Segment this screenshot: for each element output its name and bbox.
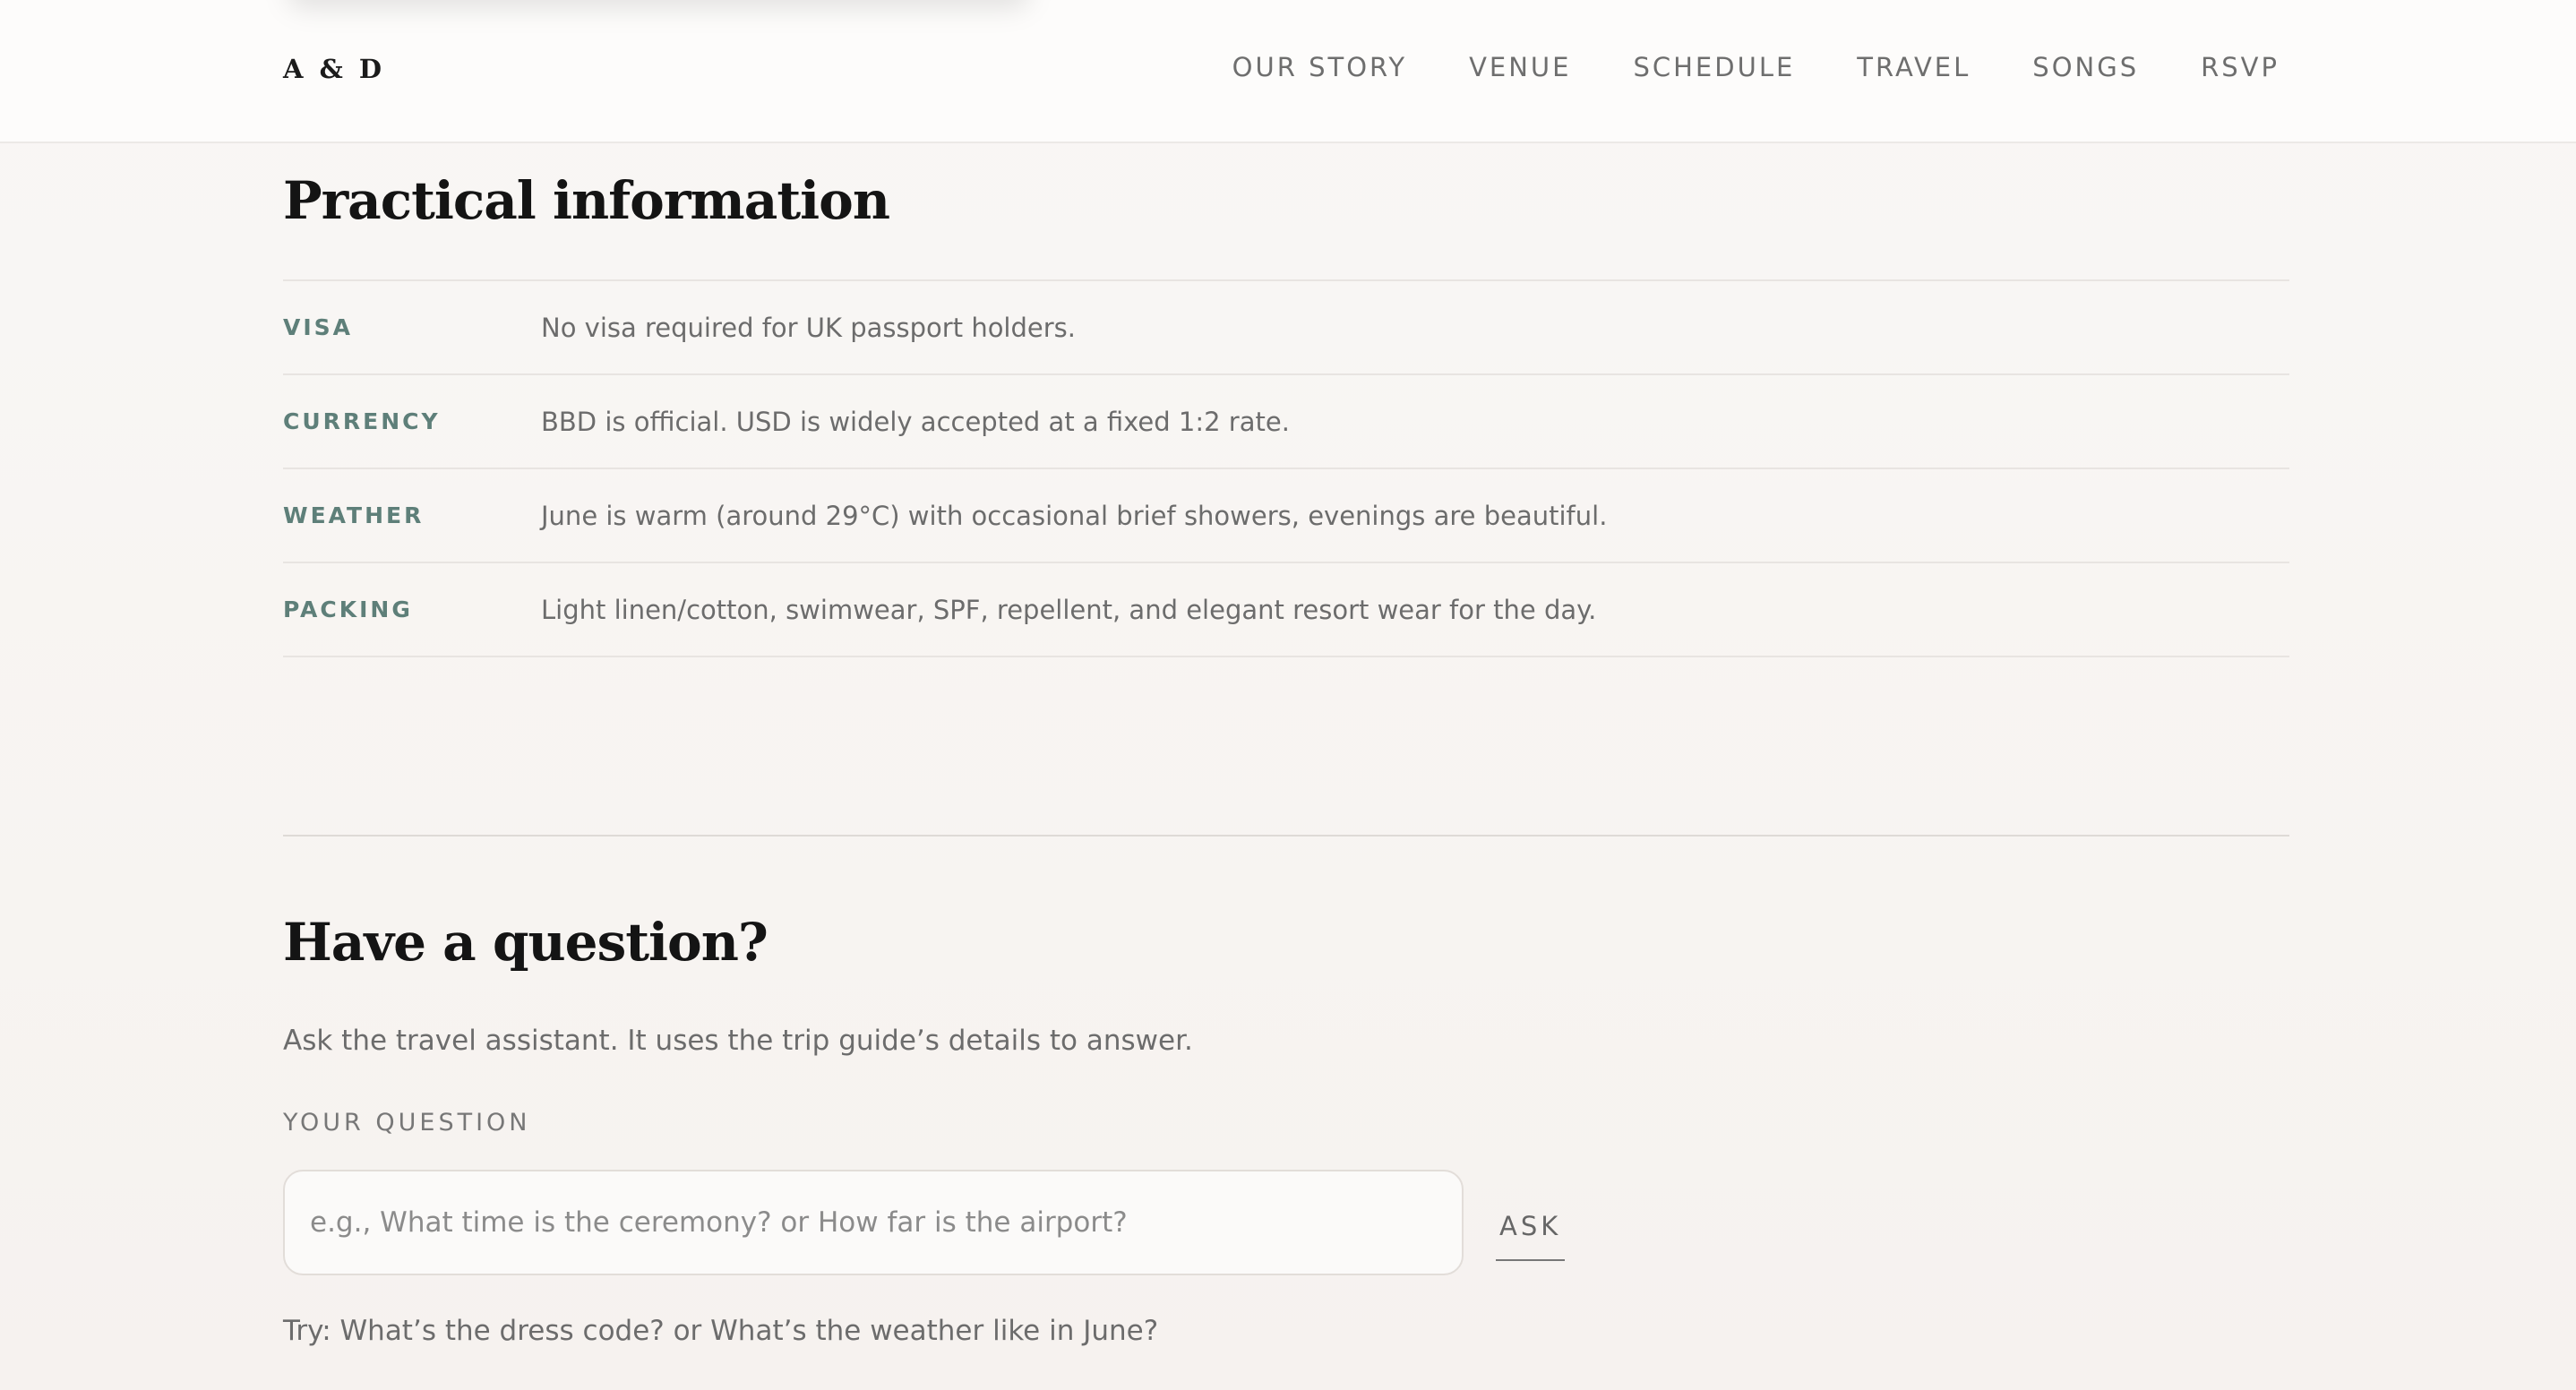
- info-row-packing: PACKING Light linen/cotton, swimwear, SP…: [283, 563, 2289, 657]
- info-value: Light linen/cotton, swimwear, SPF, repel…: [541, 594, 1597, 625]
- nav-our-story[interactable]: OUR STORY: [1232, 52, 1407, 82]
- ask-button[interactable]: ASK: [1496, 1211, 1566, 1261]
- info-key: VISA: [283, 314, 354, 340]
- practical-info-table: VISA No visa required for UK passport ho…: [283, 279, 2289, 657]
- site-header: A & D OUR STORY VENUE SCHEDULE TRAVEL SO…: [0, 0, 2576, 143]
- practical-info-heading: Practical information: [283, 170, 890, 231]
- question-field-label: YOUR QUESTION: [283, 1109, 531, 1137]
- assistant-intro-text: Ask the travel assistant. It uses the tr…: [283, 1025, 1193, 1057]
- question-input[interactable]: [283, 1170, 1464, 1275]
- nav-venue[interactable]: VENUE: [1469, 52, 1571, 82]
- nav-rsvp[interactable]: RSVP: [2201, 52, 2280, 82]
- site-logo[interactable]: A & D: [283, 54, 385, 84]
- info-value: BBD is official. USD is widely accepted …: [541, 406, 1290, 437]
- info-key: WEATHER: [283, 502, 425, 528]
- info-row-visa: VISA No visa required for UK passport ho…: [283, 281, 2289, 375]
- main-nav: OUR STORY VENUE SCHEDULE TRAVEL SONGS RS…: [1232, 52, 2280, 82]
- info-key: PACKING: [283, 596, 413, 622]
- info-row-weather: WEATHER June is warm (around 29°C) with …: [283, 469, 2289, 563]
- nav-songs[interactable]: SONGS: [2032, 52, 2139, 82]
- info-value: June is warm (around 29°C) with occasion…: [541, 500, 1608, 531]
- info-row-currency: CURRENCY BBD is official. USD is widely …: [283, 375, 2289, 469]
- nav-schedule[interactable]: SCHEDULE: [1633, 52, 1795, 82]
- info-value: No visa required for UK passport holders…: [541, 312, 1076, 343]
- info-key: CURRENCY: [283, 408, 441, 434]
- section-divider: [283, 835, 2289, 837]
- question-heading: Have a question?: [283, 912, 769, 973]
- example-questions-hint: Try: What’s the dress code? or What’s th…: [283, 1315, 1159, 1347]
- nav-travel[interactable]: TRAVEL: [1857, 52, 1971, 82]
- header-shadow: [287, 0, 1030, 9]
